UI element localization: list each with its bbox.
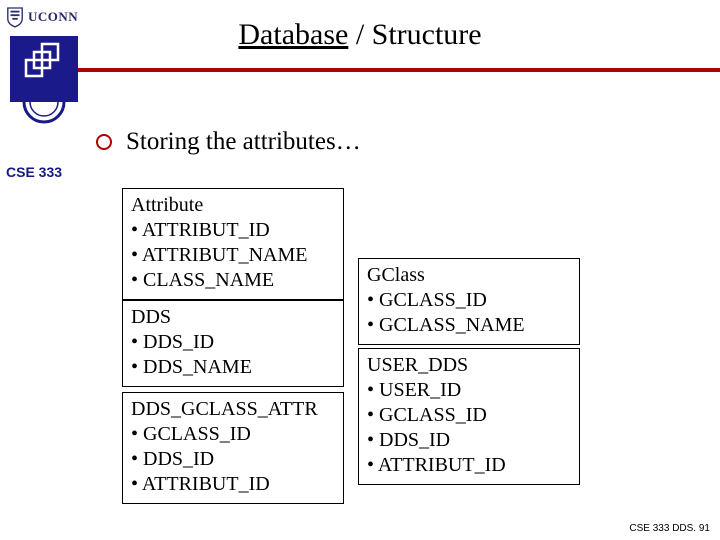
title-rest: / Structure — [348, 18, 481, 51]
table-name: USER_DDS — [367, 353, 571, 378]
table-dds-gclass-attr: DDS_GCLASS_ATTR • GCLASS_ID • DDS_ID • A… — [122, 392, 344, 504]
table-field: • ATTRIBUT_NAME — [131, 243, 335, 268]
table-field: • DDS_ID — [367, 428, 571, 453]
table-name: DDS_GCLASS_ATTR — [131, 397, 335, 422]
table-field: • GCLASS_NAME — [367, 313, 571, 338]
table-field: • ATTRIBUT_ID — [131, 472, 335, 497]
table-field: • GCLASS_ID — [131, 422, 335, 447]
table-name: GClass — [367, 263, 571, 288]
bullet-icon — [96, 134, 112, 150]
table-field: • GCLASS_ID — [367, 288, 571, 313]
course-code: CSE 333 — [6, 164, 62, 180]
table-name: DDS — [131, 305, 335, 330]
table-field: • USER_ID — [367, 378, 571, 403]
table-field: • CLASS_NAME — [131, 268, 335, 293]
department-seal-icon — [8, 34, 80, 124]
table-name: Attribute — [131, 193, 335, 218]
table-field: • ATTRIBUT_ID — [367, 453, 571, 478]
table-field: • ATTRIBUT_ID — [131, 218, 335, 243]
bullet-text: Storing the attributes… — [126, 128, 361, 156]
slide-title: Database / Structure — [0, 18, 720, 52]
table-field: • DDS_NAME — [131, 355, 335, 380]
table-gclass: GClass • GCLASS_ID • GCLASS_NAME — [358, 258, 580, 345]
bullet-item: Storing the attributes… — [96, 128, 361, 156]
table-field: • DDS_ID — [131, 330, 335, 355]
table-field: • DDS_ID — [131, 447, 335, 472]
title-underlined: Database — [238, 18, 348, 51]
table-user-dds: USER_DDS • USER_ID • GCLASS_ID • DDS_ID … — [358, 348, 580, 485]
table-attribute: Attribute • ATTRIBUT_ID • ATTRIBUT_NAME … — [122, 188, 344, 300]
table-field: • GCLASS_ID — [367, 403, 571, 428]
table-dds: DDS • DDS_ID • DDS_NAME — [122, 300, 344, 387]
slide-footer: CSE 333 DDS. 91 — [629, 523, 710, 534]
title-rule — [12, 68, 720, 72]
